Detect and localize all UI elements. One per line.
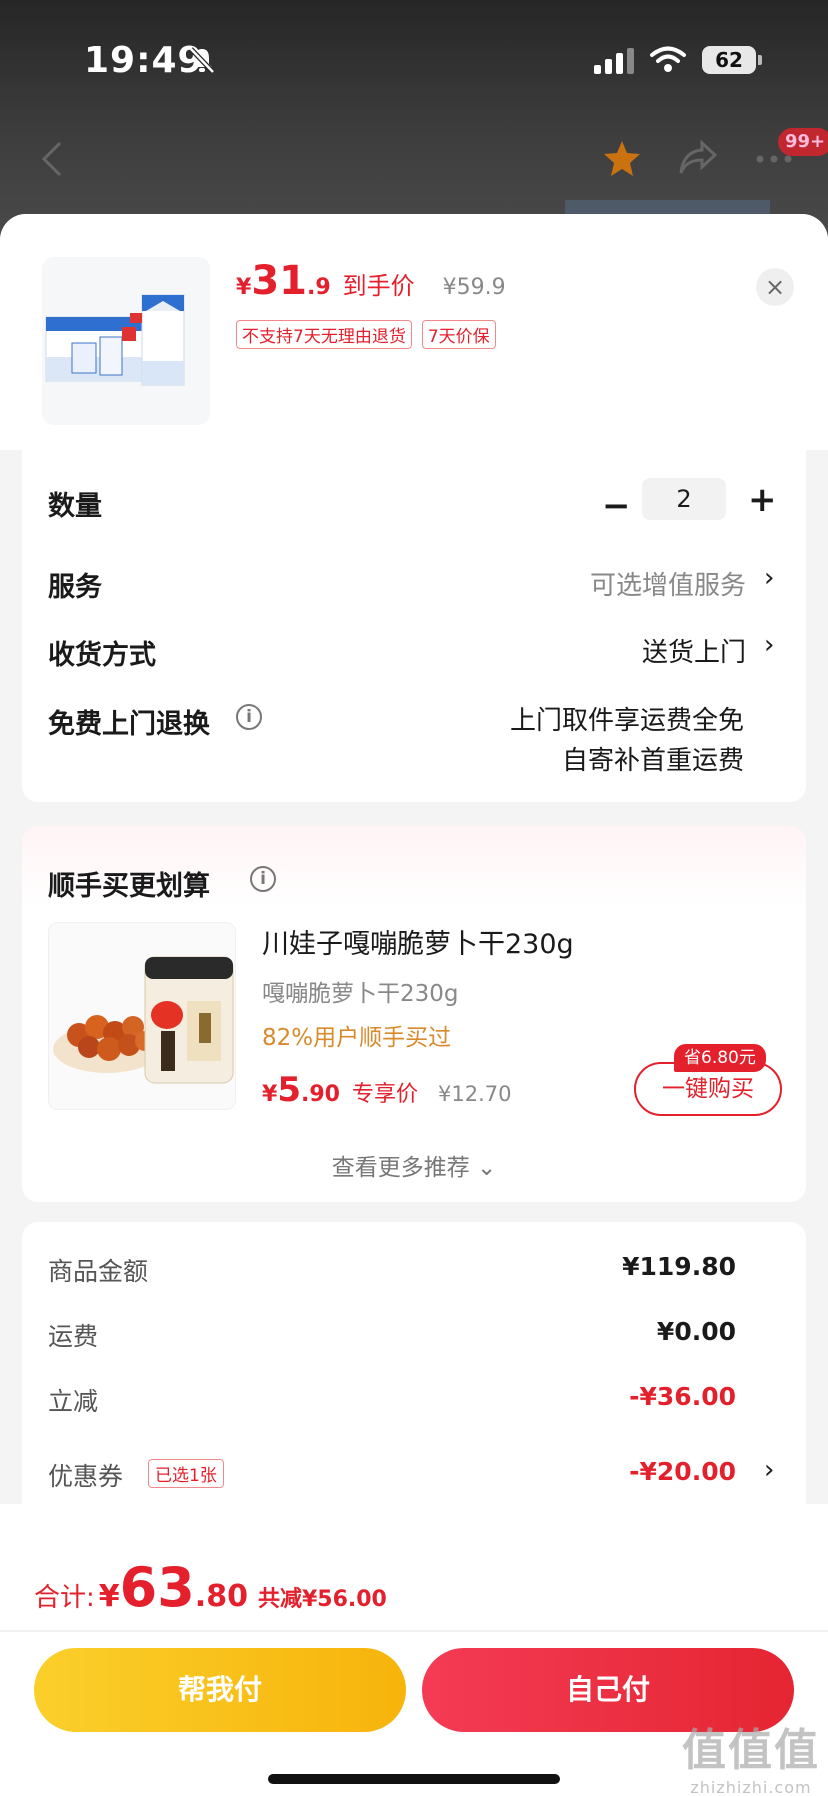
recommended-price-decimal: .90 (300, 1082, 340, 1107)
total-currency: ¥ (98, 1579, 120, 1614)
recommended-original-price: ¥12.70 (437, 1082, 512, 1106)
service-value[interactable]: 可选增值服务 (590, 565, 746, 602)
background-page: 19:49 62 99+ (0, 0, 828, 240)
instant-discount-label: 立减 (48, 1387, 99, 1416)
free-return-info-icon[interactable]: i (236, 704, 262, 730)
policy-tags: 不支持7天无理由退货 7天价保 (236, 320, 496, 349)
free-return-label: 免费上门退换 (48, 709, 210, 740)
share-icon[interactable] (678, 140, 718, 176)
no-return-tag: 不支持7天无理由退货 (236, 320, 412, 349)
delivery-value[interactable]: 送货上门 (642, 632, 746, 669)
savings-tag: 省6.80元 (674, 1044, 766, 1072)
price-protect-tag: 7天价保 (421, 320, 496, 349)
price-integer: 31 (251, 258, 307, 304)
shipping-value: ¥0.00 (656, 1317, 736, 1346)
recommendation-title: 顺手买更划算 (48, 871, 210, 902)
shipping-label: 运费 (48, 1322, 99, 1351)
total-decimal: .80 (194, 1579, 248, 1614)
quantity-plus-button[interactable]: + (748, 480, 777, 520)
service-label: 服务 (48, 572, 102, 603)
close-button[interactable]: × (756, 268, 794, 306)
watermark: 值值值 zhizhizhi.com (676, 1714, 826, 1796)
quantity-minus-button[interactable]: − (602, 486, 631, 526)
recommended-price-label: 专享价 (351, 1082, 418, 1107)
more-icon[interactable] (756, 155, 792, 163)
home-indicator[interactable] (268, 1774, 560, 1784)
delivery-chevron-icon[interactable]: › (764, 630, 774, 660)
notification-badge: 99+ (778, 128, 828, 156)
price-currency: ¥ (236, 275, 252, 300)
price-summary-card: 商品金额 ¥119.80 运费 ¥0.00 立减 -¥36.00 优惠券 已选1… (22, 1222, 806, 1522)
price-row: ¥ 31 .9 到手价 ¥59.9 (236, 258, 506, 304)
wifi-icon (650, 46, 686, 72)
total-row: 合计: ¥ 63 .80 共减¥56.00 (34, 1556, 387, 1619)
recommended-price-currency: ¥ (262, 1082, 278, 1107)
status-bar: 19:49 62 (0, 0, 828, 120)
quantity-label: 数量 (48, 491, 102, 522)
coupon-selected-tag: 已选1张 (148, 1459, 224, 1488)
instant-discount-value: -¥36.00 (629, 1382, 736, 1411)
purchase-sheet: ¥ 31 .9 到手价 ¥59.9 不支持7天无理由退货 7天价保 × 数量 −… (0, 214, 828, 1796)
sheet-header: ¥ 31 .9 到手价 ¥59.9 不支持7天无理由退货 7天价保 × (0, 214, 828, 450)
checkout-footer: 合计: ¥ 63 .80 共减¥56.00 帮我付 自己付 值值值 zhizhi… (0, 1504, 828, 1796)
recommendation-info-icon[interactable]: i (250, 866, 276, 892)
coupon-value[interactable]: -¥20.00 (629, 1457, 736, 1486)
total-integer: 63 (119, 1556, 195, 1619)
recommended-popularity: 82%用户顺手买过 (262, 1025, 452, 1051)
recommended-product-image[interactable] (48, 922, 236, 1110)
recommended-price-row: ¥ 5 .90 专享价 ¥12.70 (262, 1070, 511, 1110)
free-return-line1: 上门取件享运费全免 (509, 706, 744, 736)
radish-snack-image (53, 956, 234, 1084)
milk-product-image (45, 294, 185, 386)
quantity-input[interactable]: 2 (642, 478, 726, 520)
battery-indicator: 62 (702, 46, 756, 74)
product-thumbnail[interactable] (42, 257, 210, 425)
more-recommendations-link[interactable]: 查看更多推荐 ⌄ (22, 1148, 806, 1182)
bell-muted-icon (189, 47, 215, 74)
back-icon[interactable] (40, 140, 64, 178)
delivery-label: 收货方式 (48, 640, 156, 671)
watermark-logo: 值值值 (682, 1725, 820, 1776)
footer-divider (0, 1630, 828, 1632)
total-label: 合计: (34, 1583, 95, 1613)
goods-amount-value: ¥119.80 (622, 1252, 736, 1281)
help-pay-button[interactable]: 帮我付 (34, 1648, 406, 1732)
service-chevron-icon[interactable]: › (764, 563, 774, 593)
free-return-line2: 自寄补首重运费 (561, 746, 744, 776)
final-price-label: 到手价 (342, 272, 415, 300)
recommendation-card: 顺手买更划算 i 川娃子嘎嘣脆萝卜干230g 嘎嘣脆萝卜干230g 82%用户顺… (22, 826, 806, 1202)
recommended-product-spec: 嘎嘣脆萝卜干230g (262, 981, 459, 1007)
options-card: 数量 − 2 + 服务 可选增值服务 › 收货方式 送货上门 › 免费上门退换 … (22, 450, 806, 802)
signal-icon (594, 48, 634, 74)
battery-tip (758, 55, 762, 65)
coupon-label: 优惠券 (48, 1462, 124, 1491)
total-discount: 共减¥56.00 (257, 1587, 387, 1612)
goods-amount-label: 商品金额 (48, 1257, 149, 1286)
recommended-price-integer: 5 (277, 1070, 301, 1110)
recommended-product-name[interactable]: 川娃子嘎嘣脆萝卜干230g (262, 922, 574, 961)
original-price: ¥59.9 (442, 275, 506, 300)
price-decimal: .9 (306, 275, 331, 300)
coupon-chevron-icon[interactable]: › (764, 1455, 774, 1485)
watermark-url: zhizhizhi.com (690, 1778, 812, 1796)
star-icon[interactable] (602, 140, 642, 178)
status-time: 19:49 (84, 40, 204, 81)
